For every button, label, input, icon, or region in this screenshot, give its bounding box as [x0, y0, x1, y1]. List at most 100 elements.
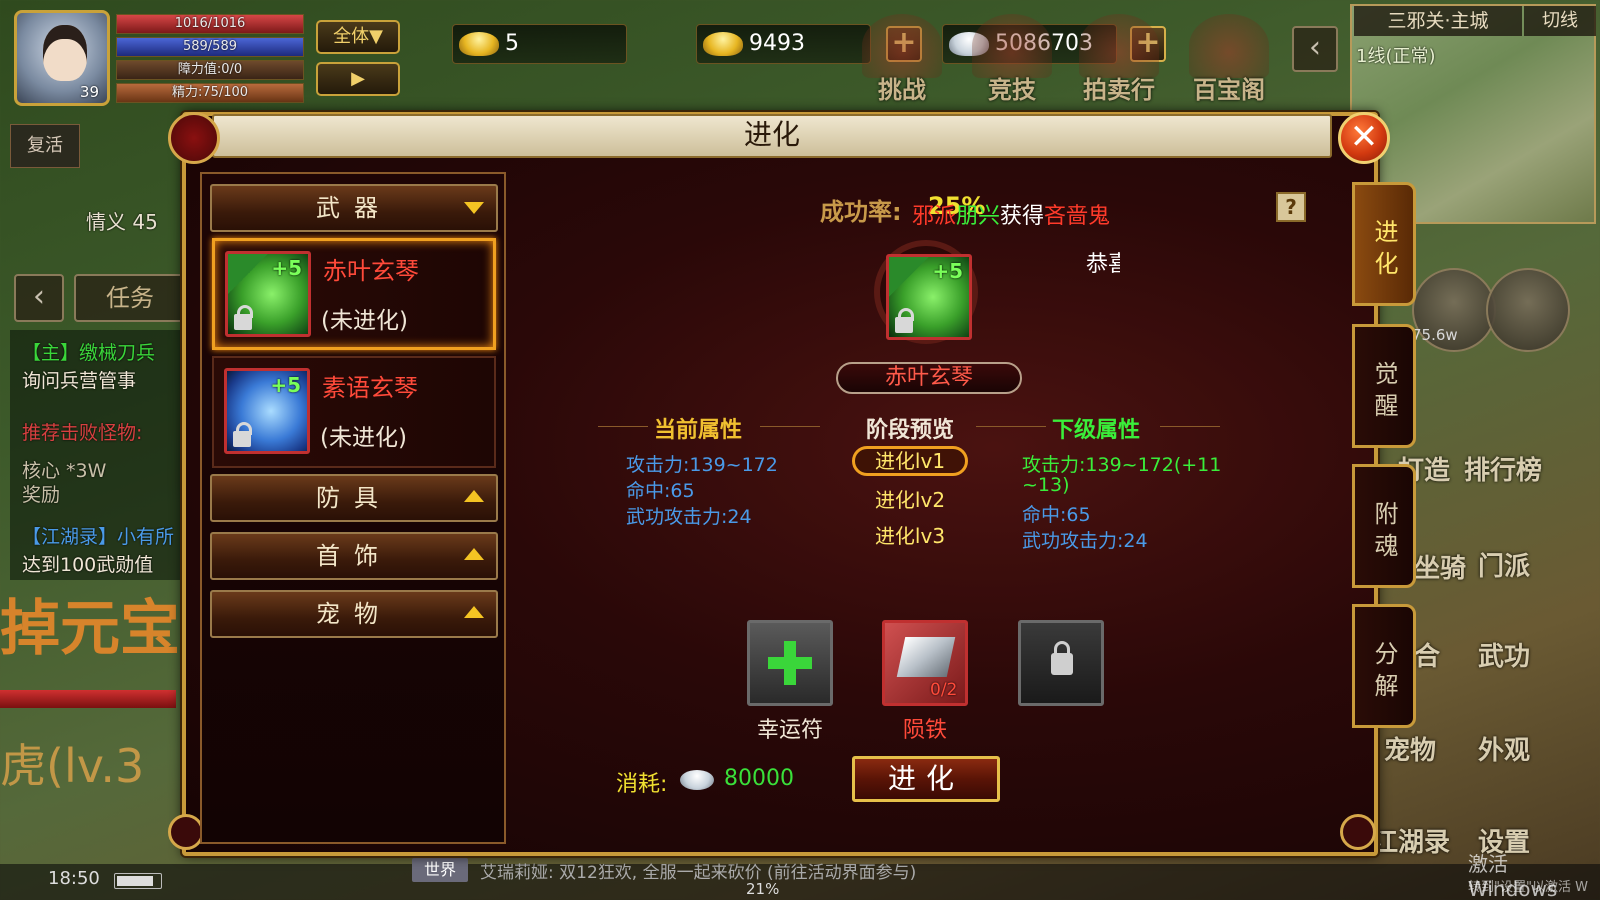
item-status: (未进化): [321, 308, 408, 334]
stage-option[interactable]: 进化lv3: [852, 520, 968, 549]
mp-bar: 589/589: [116, 37, 304, 57]
quest-line[interactable]: 达到100武勋值: [22, 550, 153, 577]
auction-button[interactable]: 拍卖行: [1074, 70, 1164, 105]
energy-bar: 精力:75/100: [116, 83, 304, 103]
sect-button[interactable]: 门派: [1478, 546, 1530, 583]
auction-icon: [1079, 14, 1159, 78]
martial-arts-button[interactable]: 武功: [1478, 636, 1530, 673]
lock-icon: [234, 305, 253, 330]
hp-bar: 1016/1016: [116, 14, 304, 34]
enhance-level: +5: [270, 373, 301, 397]
broadcast-title: 吝啬鬼: [1044, 204, 1111, 229]
jianghu-record-button[interactable]: 江湖录: [1372, 822, 1450, 859]
silver-ingot-icon: [680, 770, 714, 790]
stage-option[interactable]: 进化lv2: [852, 484, 968, 513]
item-row-selected[interactable]: +5 赤叶玄琴 (未进化): [212, 238, 496, 350]
locked-slot[interactable]: [1018, 620, 1104, 706]
tab-awaken[interactable]: 觉醒: [1352, 324, 1416, 448]
chevron-up-icon: [464, 548, 484, 560]
player-avatar[interactable]: 39: [14, 10, 110, 106]
category-label: 防具: [316, 484, 392, 512]
selected-item-slot[interactable]: +5: [886, 254, 972, 340]
next-attr: ~13): [1022, 474, 1070, 496]
broadcast-verb: 获得: [1000, 204, 1045, 229]
barrier-bar: 障力值:0/0: [116, 60, 304, 80]
clock: 18:50: [48, 868, 100, 889]
bound-gold-icon: [703, 32, 743, 56]
exp-percent: 21%: [746, 880, 780, 898]
congrats-text: 恭喜: [1086, 252, 1120, 277]
collapse-chevron-icon[interactable]: ‹: [14, 274, 64, 322]
quest-line: 奖励: [22, 484, 61, 506]
qin-weapon-icon: +5: [225, 251, 311, 337]
category-pet[interactable]: 宠物: [210, 590, 498, 638]
pet-button[interactable]: 宠物: [1384, 730, 1436, 767]
evolve-button[interactable]: 进化: [852, 756, 1000, 802]
chat-message[interactable]: 艾瑞莉娅: 双12狂欢, 全服一起来砍价 (前往活动界面参与): [480, 858, 916, 883]
play-arrow-button[interactable]: ▶: [316, 62, 400, 96]
qin-weapon-icon: +5: [224, 368, 310, 454]
luck-charm-slot[interactable]: [747, 620, 833, 706]
corner-ornament: [1340, 814, 1376, 850]
divider: [976, 426, 1046, 427]
category-label: 首饰: [316, 542, 392, 570]
current-attr-title: 当前属性: [654, 418, 743, 443]
combine-button[interactable]: 合: [1414, 636, 1440, 673]
menu-diamond-icon[interactable]: [1486, 268, 1570, 352]
task-button[interactable]: 任务: [74, 274, 186, 322]
chat-channel-tag[interactable]: 世界: [412, 858, 468, 882]
quest-line: 核心 *3W: [22, 460, 107, 482]
bound-gold-counter: 9493: [696, 24, 871, 64]
target-name-banner: 虎(lv.3: [0, 739, 145, 793]
quest-line[interactable]: 询问兵营管事: [22, 366, 136, 393]
boss-hp-bar: [0, 690, 176, 708]
arena-button[interactable]: 竞技: [967, 70, 1057, 105]
next-attr-title: 下级属性: [1052, 418, 1141, 443]
back-chevron-icon[interactable]: ‹: [1292, 26, 1338, 72]
bound-gold-value: 9493: [749, 31, 805, 56]
enhance-level: +5: [932, 259, 963, 283]
stage-option-selected[interactable]: 进化lv1: [852, 446, 968, 476]
system-broadcast: 邪派朋兴获得吝啬鬼: [912, 198, 1124, 230]
category-label: 宠物: [316, 600, 392, 628]
add-plus-icon: [768, 641, 812, 685]
tab-enchant[interactable]: 附魂: [1352, 464, 1416, 588]
event-banner-text: 掉元宝: [0, 594, 180, 664]
equipped-ribbon-icon: [889, 257, 929, 297]
luck-charm-label: 幸运符: [756, 718, 823, 743]
quest-line: 推荐击败怪物:: [22, 422, 143, 444]
player-level: 39: [79, 83, 99, 101]
item-row[interactable]: +5 素语玄琴 (未进化): [212, 356, 496, 468]
help-button[interactable]: ?: [1276, 192, 1306, 222]
challenge-icon: [862, 14, 942, 78]
ranking-button[interactable]: 排行榜: [1464, 450, 1542, 487]
chevron-up-icon: [464, 606, 484, 618]
revive-button[interactable]: 复活: [10, 124, 80, 168]
next-attr: 命中:65: [1022, 504, 1091, 526]
chevron-up-icon: [464, 490, 484, 502]
power-value: 75.6w: [1412, 326, 1458, 344]
meteor-iron-label: 陨铁: [902, 718, 947, 743]
broadcast-faction: 邪派: [912, 204, 957, 229]
gold-ingot-icon: [459, 32, 499, 56]
quest-line[interactable]: 【主】缴械刀兵: [22, 338, 155, 365]
close-button[interactable]: ✕: [1338, 112, 1390, 164]
broadcast-player: 朋兴: [956, 204, 1001, 229]
quest-line[interactable]: 【江湖录】小有所: [22, 522, 174, 549]
treasure-icon: [1189, 14, 1269, 78]
category-jewelry[interactable]: 首饰: [210, 532, 498, 580]
tab-evolve[interactable]: 进化: [1352, 182, 1416, 306]
target-all-button[interactable]: 全体▼: [316, 20, 400, 54]
appearance-button[interactable]: 外观: [1478, 730, 1530, 767]
lock-icon: [233, 422, 252, 447]
line-switch-button[interactable]: 切线: [1524, 6, 1596, 36]
category-armor[interactable]: 防具: [210, 474, 498, 522]
category-weapon[interactable]: 武器: [210, 184, 498, 232]
tab-decompose[interactable]: 分解: [1352, 604, 1416, 728]
challenge-button[interactable]: 挑战: [857, 70, 947, 105]
battery-fill: [117, 876, 153, 886]
mount-button[interactable]: 坐骑: [1414, 548, 1466, 585]
treasure-button[interactable]: 百宝阁: [1184, 70, 1274, 105]
current-attr: 攻击力:139~172: [626, 454, 778, 476]
cost-value: 80000: [724, 766, 794, 791]
